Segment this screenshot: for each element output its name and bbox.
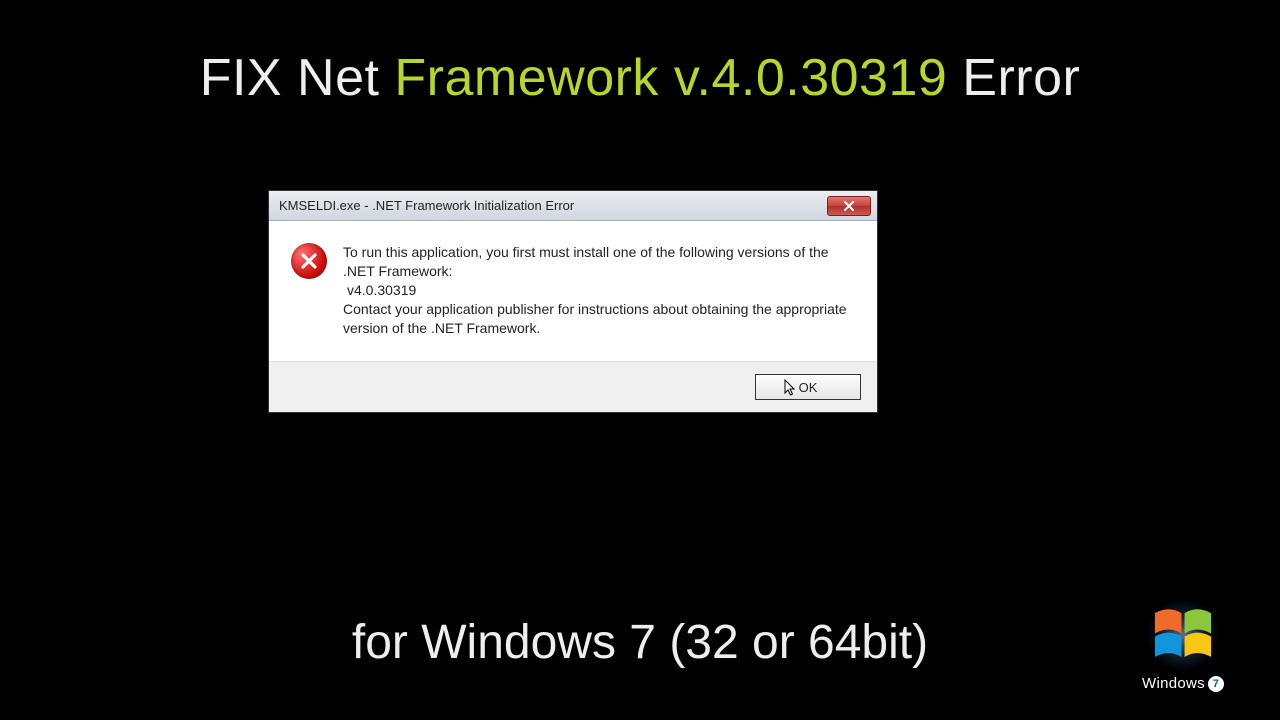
heading-part1: FIX Net xyxy=(200,49,395,107)
ok-button[interactable]: OK xyxy=(755,374,861,400)
heading-highlight: Framework v.4.0.30319 xyxy=(394,49,947,107)
close-icon xyxy=(843,201,855,211)
brand-version: 7 xyxy=(1208,676,1224,692)
error-icon xyxy=(291,243,327,279)
dialog-title: KMSELDI.exe - .NET Framework Initializat… xyxy=(279,198,827,213)
cursor-icon xyxy=(784,379,798,397)
ok-label: OK xyxy=(799,380,818,395)
close-button[interactable] xyxy=(827,196,871,216)
windows-brand: Windows7 xyxy=(1128,675,1238,692)
main-heading: FIX Net Framework v.4.0.30319 Error xyxy=(0,48,1280,108)
windows-flag-icon xyxy=(1144,599,1222,671)
message-line2: Contact your application publisher for i… xyxy=(343,300,859,338)
dialog-titlebar[interactable]: KMSELDI.exe - .NET Framework Initializat… xyxy=(269,191,877,221)
error-dialog: KMSELDI.exe - .NET Framework Initializat… xyxy=(268,190,878,413)
message-line1: To run this application, you first must … xyxy=(343,243,859,281)
dialog-body: To run this application, you first must … xyxy=(269,221,877,362)
dialog-footer: OK xyxy=(269,362,877,412)
sub-heading: for Windows 7 (32 or 64bit) xyxy=(0,615,1280,670)
heading-part2: Error xyxy=(947,49,1080,107)
dialog-message: To run this application, you first must … xyxy=(343,243,859,337)
message-version: v4.0.30319 xyxy=(347,281,859,300)
windows7-logo: Windows7 xyxy=(1128,599,1238,692)
brand-text: Windows xyxy=(1142,675,1205,692)
